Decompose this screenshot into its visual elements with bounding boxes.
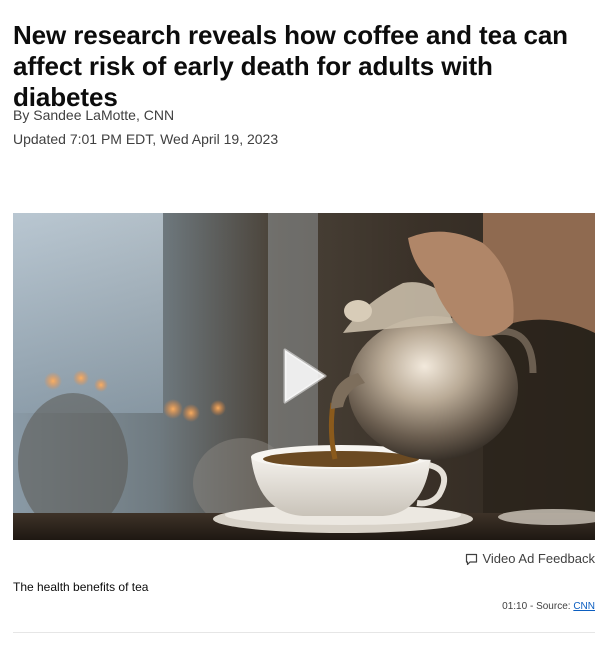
- video-player[interactable]: [13, 213, 595, 540]
- section-divider: [13, 632, 595, 633]
- source-prefix: - Source:: [527, 601, 574, 612]
- video-ad-feedback-button[interactable]: Video Ad Feedback: [465, 551, 595, 567]
- video-caption: The health benefits of tea: [13, 580, 149, 594]
- video-duration: 01:10: [502, 601, 528, 612]
- article-headline: New research reveals how coffee and tea …: [13, 20, 568, 112]
- article-byline: By Sandee LaMotte, CNN: [13, 107, 175, 123]
- feedback-icon: [466, 553, 478, 565]
- source-link[interactable]: CNN: [573, 601, 595, 612]
- ad-feedback-label: Video Ad Feedback: [482, 551, 595, 566]
- play-icon[interactable]: [281, 346, 329, 406]
- video-source-line: 01:10 - Source: CNN: [502, 600, 595, 613]
- article-timestamp: Updated 7:01 PM EDT, Wed April 19, 2023: [13, 131, 279, 147]
